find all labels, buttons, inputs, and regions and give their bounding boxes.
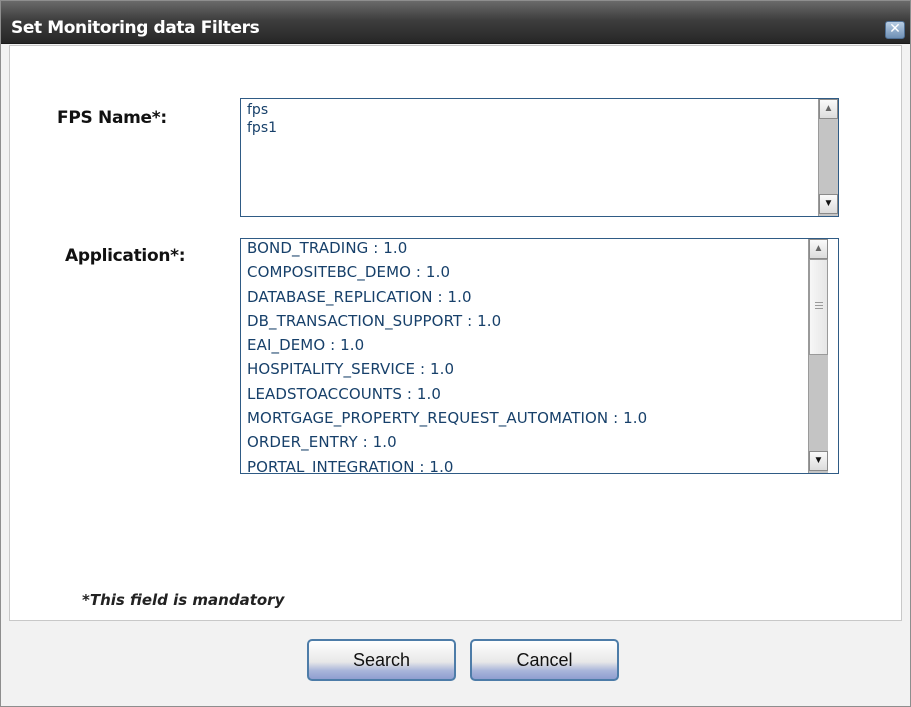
application-label: Application*:	[65, 246, 186, 266]
application-list-item[interactable]: BOND_TRADING : 1.0	[247, 239, 647, 260]
application-list-item[interactable]: DATABASE_REPLICATION : 1.0	[247, 285, 647, 309]
search-button[interactable]: Search	[307, 639, 456, 681]
fps-name-listbox[interactable]: fps fps1 ▲ ▼	[240, 98, 839, 217]
monitoring-filter-dialog: Set Monitoring data Filters ✕ FPS Name*:…	[0, 0, 911, 707]
scroll-thumb[interactable]	[809, 259, 828, 355]
fps-list-item[interactable]: fps	[247, 101, 277, 119]
scroll-up-icon[interactable]: ▲	[819, 99, 838, 119]
dialog-title: Set Monitoring data Filters	[11, 18, 260, 38]
fps-list-item[interactable]: fps1	[247, 119, 277, 137]
application-list-item[interactable]: ORDER_ENTRY : 1.0	[247, 430, 647, 454]
application-list-item[interactable]: HOSPITALITY_SERVICE : 1.0	[247, 357, 647, 381]
fps-name-label: FPS Name*:	[57, 108, 167, 128]
application-list-item[interactable]: PORTAL_INTEGRATION : 1.0	[247, 455, 647, 473]
application-listbox[interactable]: BOND_TRADING : 1.0 COMPOSITEBC_DEMO : 1.…	[240, 238, 839, 474]
application-list-item[interactable]: COMPOSITEBC_DEMO : 1.0	[247, 260, 647, 284]
fps-scrollbar[interactable]: ▲ ▼	[818, 99, 838, 216]
application-scrollbar[interactable]: ▲ ▼	[808, 239, 828, 473]
cancel-button[interactable]: Cancel	[470, 639, 619, 681]
application-list-item[interactable]: EAI_DEMO : 1.0	[247, 333, 647, 357]
dialog-content: FPS Name*: fps fps1 ▲ ▼ Application*: BO…	[9, 45, 902, 621]
application-list-item[interactable]: LEADSTOACCOUNTS : 1.0	[247, 382, 647, 406]
scroll-up-icon[interactable]: ▲	[809, 239, 828, 259]
scroll-down-icon[interactable]: ▼	[809, 451, 828, 471]
close-icon[interactable]: ✕	[885, 21, 905, 39]
application-list-item[interactable]: DB_TRANSACTION_SUPPORT : 1.0	[247, 309, 647, 333]
application-list-item[interactable]: MORTGAGE_PROPERTY_REQUEST_AUTOMATION : 1…	[247, 406, 647, 430]
mandatory-note: *This field is mandatory	[82, 591, 285, 609]
dialog-titlebar[interactable]: Set Monitoring data Filters ✕	[1, 1, 910, 44]
scroll-down-icon[interactable]: ▼	[819, 194, 838, 214]
